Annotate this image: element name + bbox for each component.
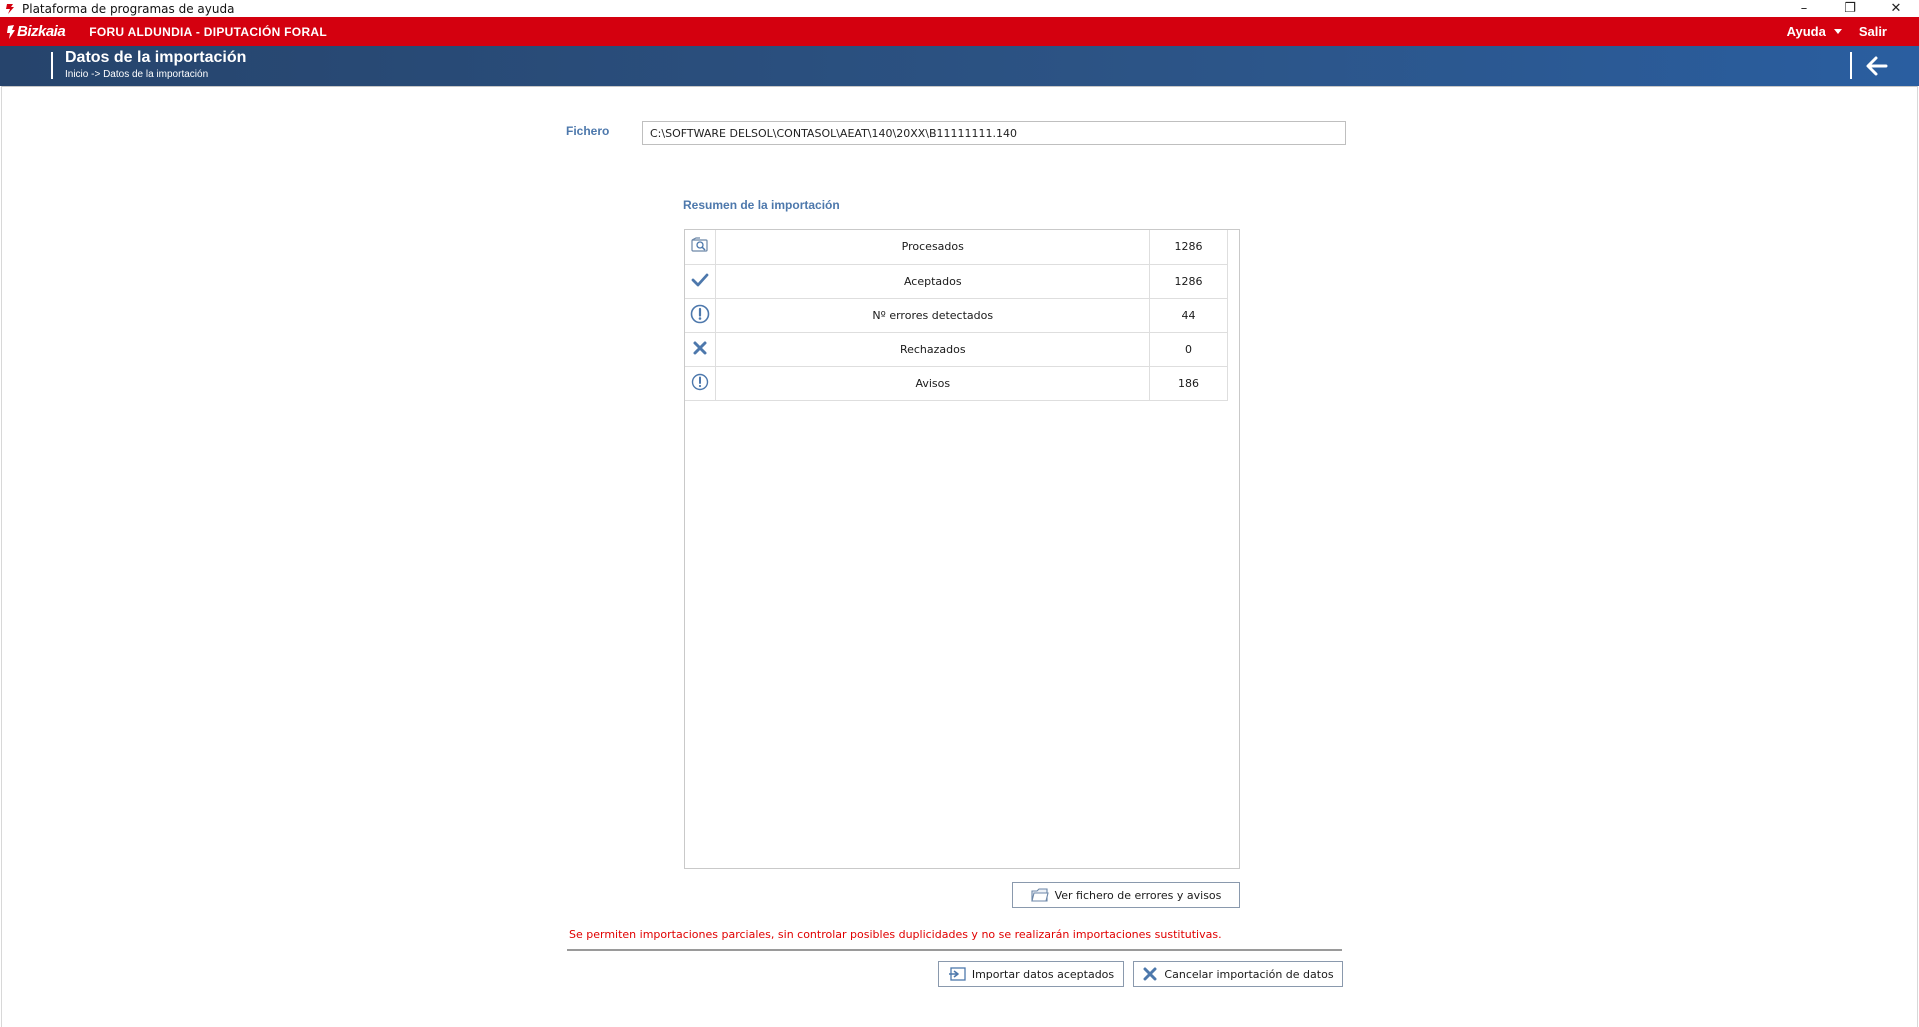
row-value: 1286 (1149, 264, 1228, 299)
header-divider (1850, 52, 1852, 79)
search-document-icon (691, 237, 708, 252)
row-value: 44 (1149, 298, 1228, 333)
bizkaia-logo-icon (7, 24, 15, 39)
row-value: 1286 (1149, 230, 1228, 265)
logo-text: Bizkaia (17, 23, 66, 40)
cross-icon (1143, 967, 1157, 981)
window-controls: – ❐ ✕ (1781, 0, 1919, 17)
restore-button[interactable]: ❐ (1827, 0, 1873, 17)
top-header: Bizkaia FORU ALDUNDIA - DIPUTACIÓN FORAL… (0, 17, 1919, 46)
page-header: Datos de la importación Inicio -> Datos … (0, 46, 1919, 86)
partial-import-warning: Se permiten importaciones parciales, sin… (569, 928, 1222, 941)
view-errors-button[interactable]: Ver fichero de errores y avisos (1012, 882, 1240, 908)
file-path-input[interactable] (642, 121, 1346, 145)
page-title: Datos de la importación (65, 49, 247, 66)
help-label: Ayuda (1786, 24, 1826, 39)
divider (567, 949, 1342, 951)
table-row: Nº errores detectados 44 (685, 298, 1228, 333)
warning-circle-icon (692, 373, 709, 390)
row-label: Aceptados (715, 264, 1151, 299)
cross-icon (693, 341, 707, 354)
row-label: Rechazados (715, 332, 1151, 367)
bizkaia-logo: Bizkaia (6, 23, 66, 40)
chevron-down-icon (1833, 29, 1842, 34)
row-value: 186 (1149, 366, 1228, 401)
top-menu: Ayuda Salir (1787, 17, 1919, 46)
header-divider (51, 52, 53, 79)
row-label: Procesados (715, 230, 1151, 265)
table-row: Avisos 186 (685, 366, 1228, 401)
row-label: Avisos (715, 366, 1151, 401)
exclamation-circle-icon (690, 304, 710, 323)
summary-title: Resumen de la importación (683, 198, 840, 212)
org-name: FORU ALDUNDIA - DIPUTACIÓN FORAL (89, 24, 328, 39)
help-menu[interactable]: Ayuda (1787, 24, 1842, 39)
cancel-import-label: Cancelar importación de datos (1164, 967, 1334, 981)
window-titlebar: Plataforma de programas de ayuda – ❐ ✕ (0, 0, 1919, 17)
summary-table: Procesados 1286 Aceptados 1286 Nº errore… (685, 230, 1228, 401)
folder-icon (1030, 888, 1049, 902)
table-row: Procesados 1286 (685, 230, 1228, 265)
table-row: Aceptados 1286 (685, 264, 1228, 299)
exit-link[interactable]: Salir (1859, 24, 1887, 39)
view-errors-label: Ver fichero de errores y avisos (1054, 888, 1222, 902)
summary-panel: Procesados 1286 Aceptados 1286 Nº errore… (684, 229, 1240, 869)
row-label: Nº errores detectados (715, 298, 1151, 333)
row-value: 0 (1149, 332, 1228, 367)
app-icon (6, 3, 14, 14)
checkmark-icon (691, 273, 709, 286)
import-accepted-button[interactable]: Importar datos aceptados (938, 961, 1124, 987)
breadcrumb: Inicio -> Datos de la importación (65, 69, 209, 80)
table-row: Rechazados 0 (685, 332, 1228, 367)
window-title: Plataforma de programas de ayuda (22, 1, 235, 16)
cancel-import-button[interactable]: Cancelar importación de datos (1133, 961, 1343, 987)
minimize-button[interactable]: – (1781, 0, 1827, 17)
import-icon (948, 967, 966, 981)
file-label: Fichero (566, 124, 610, 138)
arrow-left-icon[interactable] (1864, 53, 1890, 79)
close-button[interactable]: ✕ (1873, 0, 1919, 17)
import-accepted-label: Importar datos aceptados (971, 967, 1115, 981)
